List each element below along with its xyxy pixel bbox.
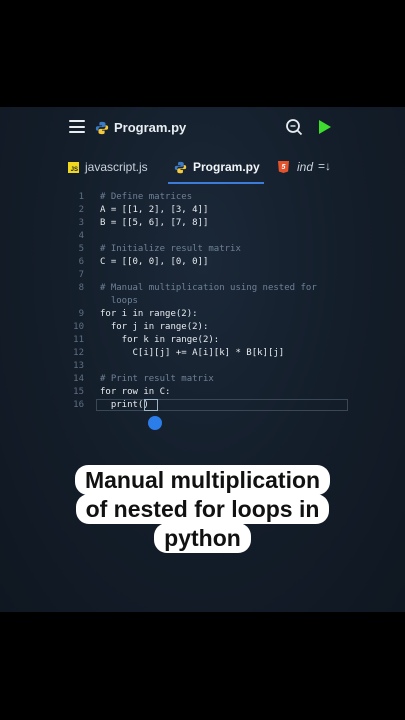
js-file-icon: JS: [68, 161, 79, 173]
tab-label: javascript.js: [85, 160, 148, 174]
line-number: 1: [78, 192, 84, 202]
line-number: 9: [78, 309, 84, 319]
line-number: 15: [73, 387, 84, 397]
line-number: 4: [78, 231, 84, 241]
code-line[interactable]: 10 for j in range(2):: [60, 321, 360, 333]
code-line[interactable]: 4: [60, 230, 360, 242]
code-text: # Manual multiplication using nested for: [100, 283, 317, 293]
code-text: for j in range(2):: [100, 322, 209, 332]
tab-javascript[interactable]: JS javascript.js: [68, 156, 148, 178]
line-number: 2: [78, 205, 84, 215]
code-line[interactable]: 1 # Define matrices: [60, 191, 360, 203]
selection-handle[interactable]: [148, 416, 162, 430]
code-text: A = [[1, 2], [3, 4]]: [100, 205, 209, 215]
code-line[interactable]: loops: [60, 295, 360, 307]
play-icon[interactable]: [318, 119, 332, 135]
code-text: for row in C:: [100, 387, 171, 397]
line-number: 16: [73, 400, 84, 410]
text-cursor: [144, 399, 158, 411]
html5-icon: 5: [278, 161, 289, 173]
line-number: 7: [78, 270, 84, 280]
top-bar: Program.py: [0, 107, 405, 149]
sort-icon[interactable]: =↓: [318, 159, 331, 173]
code-text: for i in range(2):: [100, 309, 198, 319]
search-icon[interactable]: [285, 118, 303, 136]
code-line[interactable]: 7: [60, 269, 360, 281]
current-line-highlight: [96, 399, 348, 411]
tab-label: Program.py: [193, 160, 260, 174]
code-text: for k in range(2):: [100, 335, 220, 345]
code-text: # Initialize result matrix: [100, 244, 241, 254]
line-number: 11: [73, 335, 84, 345]
line-number: 10: [73, 322, 84, 332]
code-line[interactable]: 15 for row in C:: [60, 386, 360, 398]
code-text: C = [[0, 0], [0, 0]]: [100, 257, 209, 267]
code-line[interactable]: 13: [60, 360, 360, 372]
caption-line: python: [154, 523, 251, 553]
code-line[interactable]: 6 C = [[0, 0], [0, 0]]: [60, 256, 360, 268]
code-editor[interactable]: 1 # Define matrices 2 A = [[1, 2], [3, 4]] 3…: [60, 191, 360, 431]
caption-line: Manual multiplication: [74, 465, 331, 495]
code-line[interactable]: 8 # Manual multiplication using nested fo…: [60, 282, 360, 294]
caption-line: of nested for loops in: [75, 494, 330, 524]
file-title: Program.py: [114, 120, 187, 135]
tab-label: ind: [297, 160, 314, 174]
code-line[interactable]: 5 # Initialize result matrix: [60, 243, 360, 255]
code-text: C[i][j] += A[i][k] * B[k][j]: [100, 348, 285, 358]
hamburger-menu-icon[interactable]: [69, 120, 85, 133]
code-line[interactable]: 14 # Print result matrix: [60, 373, 360, 385]
video-caption: Manual multiplication of nested for loop…: [0, 465, 405, 553]
code-line[interactable]: 9 for i in range(2):: [60, 308, 360, 320]
tab-index-html[interactable]: 5 ind: [278, 156, 313, 178]
tab-program-py[interactable]: Program.py: [174, 156, 260, 178]
code-text: # Define matrices: [100, 192, 193, 202]
code-line[interactable]: 11 for k in range(2):: [60, 334, 360, 346]
code-text: loops: [100, 296, 138, 306]
line-number: 3: [78, 218, 84, 228]
code-line[interactable]: 3 B = [[5, 6], [7, 8]]: [60, 217, 360, 229]
line-number: 6: [78, 257, 84, 267]
code-line[interactable]: 12 C[i][j] += A[i][k] * B[k][j]: [60, 347, 360, 359]
python-icon: [174, 161, 187, 173]
line-number: 8: [78, 283, 84, 293]
line-number: 13: [73, 361, 84, 371]
code-text: B = [[5, 6], [7, 8]]: [100, 218, 209, 228]
code-line[interactable]: 2 A = [[1, 2], [3, 4]]: [60, 204, 360, 216]
line-number: 14: [73, 374, 84, 384]
code-text: # Print result matrix: [100, 374, 214, 384]
active-tab-indicator: [168, 182, 264, 184]
line-number: 12: [73, 348, 84, 358]
python-icon: [95, 121, 109, 135]
line-number: 5: [78, 244, 84, 254]
file-tabs: JS javascript.js Program.py 5 ind =↓: [60, 149, 405, 184]
